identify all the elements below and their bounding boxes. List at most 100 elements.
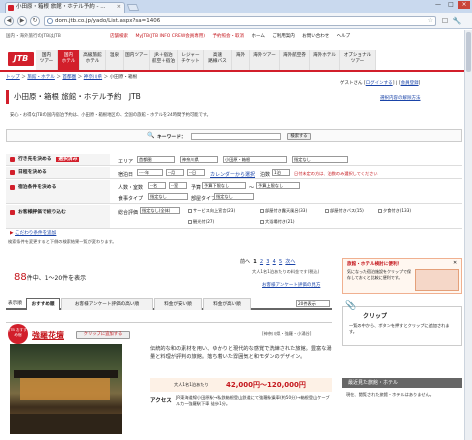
roomtype-select[interactable]: 指定なし [214,193,254,200]
gnav-item-7[interactable]: 高速 路線バス [204,50,232,70]
scrollbar-thumb[interactable] [466,32,471,72]
jtb-logo[interactable]: JTB [8,52,34,66]
check-bath[interactable]: 部屋付きバス(15) [325,208,364,214]
area-select[interactable]: 小田原・箱根 [223,156,287,163]
pager-prev[interactable]: 前へ [240,259,250,265]
nights-select[interactable]: 1泊 [272,169,290,176]
breadcrumb-ryokan[interactable]: 旅館・ホテル [27,75,55,80]
hotel-photo[interactable] [10,344,122,434]
clip-add-button[interactable]: クリップに追加する [76,331,130,339]
gnav-item-8[interactable]: 海外 [232,50,250,70]
gnav-item-10[interactable]: 海外航空券 [280,50,310,70]
nav-underline [0,70,464,72]
keyword-input[interactable] [191,133,281,140]
tab-rating[interactable]: お客様アンケート評価の高い順 [61,298,153,310]
check-dinner[interactable]: 夕食付き(133) [378,208,411,214]
breadcrumb-top[interactable]: トップ [6,75,20,80]
vertical-scrollbar[interactable] [464,30,472,440]
address-bar[interactable]: dom.jtb.co.jp/yado/List.aspx?sa=1406 ☆ [44,16,436,26]
help-method-link: 選択内容の解除方法 [380,96,421,101]
pager-next[interactable]: 次へ [285,259,295,265]
date-note: 日付未定の方は、泊数のみ選択してください [294,171,378,176]
register-link[interactable]: 会員登録 [401,81,419,86]
rating-select[interactable]: 指定なし(全体) [140,207,180,214]
close-window-button[interactable]: × [458,1,470,9]
meal-label: 食事タイプ [118,196,144,202]
wrench-icon[interactable]: 🔧 [452,16,462,26]
reservation-link[interactable]: 予約照会・取消 [213,34,245,39]
tab-price-desc[interactable]: 料金が高い順 [203,298,251,310]
region-select[interactable]: 首都圏 [137,156,175,163]
maximize-button[interactable]: □ [445,1,457,9]
check-daiyokujo[interactable]: 大浴場付き(21) [260,219,295,225]
gnav-item-4[interactable]: 国内ツアー [124,50,150,70]
sort-label: 表示順 [8,301,22,306]
recent-text: 現在、閲覧された旅館・ホテルはありません。 [346,392,434,397]
rooms-select[interactable]: --室 [169,182,187,189]
store-search-link[interactable]: 店舗検索 [110,34,128,39]
guests-select[interactable]: --名 [148,182,166,189]
myjtb-link[interactable]: MyJTB(JTB INFO CREW会員専用) [135,34,205,39]
contact-link[interactable]: お問い合わせ [302,34,329,39]
gnav-item-9[interactable]: 海外ツアー [250,50,280,70]
check-service[interactable]: サービス向上宣言(23) [188,208,235,214]
breadcrumb-shutoken[interactable]: 首都圏 [62,75,76,80]
reload-button[interactable]: ↻ [30,16,40,26]
day-select[interactable]: --日 [187,169,205,176]
keyword-search-box: 🔍 キーワード： 検索する [6,129,462,142]
detail-conditions-link[interactable]: ▶ こだわり条件を追加 [10,230,56,236]
destination-icon [10,157,15,162]
per-page-select[interactable]: 20件表示 [296,300,330,307]
tab-price-asc[interactable]: 料金が安い順 [154,298,202,310]
back-button[interactable]: ◀ [4,16,14,26]
row-rating-label: お客様評価で絞り込む [6,205,110,229]
check-rotenburo[interactable]: 部屋付き露天風呂(33) [260,208,307,214]
checkin-label: 宿泊日 [118,172,134,178]
page-menu-icon[interactable]: ☐ [440,16,450,26]
gnav-item-11[interactable]: 海外ホテル [310,50,340,70]
check-sightseeing[interactable]: 観光付(27) [188,219,214,225]
budget-min-select[interactable]: 予算下限なし [202,182,246,189]
keyword-label: キーワード： [157,135,186,140]
gnav-item-6[interactable]: レジャー チケット [178,50,204,70]
roomtype-label: 部屋タイプ [191,196,217,202]
new-tab-button[interactable] [126,4,140,11]
budget-tilde: ～ [249,185,255,191]
keyword-search-button[interactable]: 検索する [287,133,311,140]
guide-link[interactable]: ご利用案内 [272,34,295,39]
year-select[interactable]: ----年 [137,169,163,176]
gnav-item-1[interactable]: 国内 ホテル [58,50,80,70]
clip-promo-close-icon[interactable]: ✕ [453,260,457,266]
login-link[interactable]: ログインする [366,81,393,86]
gnav-item-0[interactable]: 国内 ツアー [36,50,58,70]
breadcrumb-kanagawa[interactable]: 神奈川県 [84,75,102,80]
login-area: ゲストさん [ログインする] | [会員登録] [340,81,421,86]
month-select[interactable]: --月 [166,169,184,176]
pager-page-5[interactable]: 5 [279,259,282,265]
budget-max-select[interactable]: 予算上限なし [256,182,300,189]
hotel-name[interactable]: 強羅花壇 [32,330,64,341]
meal-select[interactable]: 指定なし [148,193,188,200]
gnav-item-2[interactable]: 高級旅館 ホテル [80,50,106,70]
help-link[interactable]: ヘルプ [337,34,351,39]
prefecture-select[interactable]: 神奈川県 [180,156,218,163]
minimize-button[interactable]: — [432,1,444,9]
tab-close-icon[interactable]: × [117,3,121,12]
browser-tab[interactable]: 小田原・箱根 旅館・ホテル予約 - ... × [5,2,125,13]
row-rating-fields: 総合評価 指定なし(全体) サービス向上宣言(23) 部屋付き露天風呂(33) … [110,205,462,229]
gnav-item-3[interactable]: 温泉 [106,50,124,70]
gnav-item-12[interactable]: オプショナル ツアー [340,50,376,70]
home-link[interactable]: ホーム [251,34,264,39]
subarea-select[interactable]: 指定なし [292,156,348,163]
pager-page-2[interactable]: 2 [260,259,263,265]
site-tagline: 国内・海外旅行のJTBはJTB [6,34,61,39]
pager-page-3[interactable]: 3 [266,259,269,265]
bookmark-star-icon[interactable]: ☆ [428,17,433,25]
clip-desc: 一覧の中から、ボタンを押すとクリップに追加されます。 [349,323,450,334]
calendar-link[interactable]: カレンダーから選択 [210,171,255,178]
tab-recommended[interactable]: おすすめ順 [26,298,60,310]
forward-button[interactable]: ▶ [17,16,27,26]
pager-page-4[interactable]: 4 [273,259,276,265]
gnav-item-5[interactable]: JR＋宿泊 航空＋宿泊 [150,50,178,70]
row-date-fields: 宿泊日 ----年 --月 --日 カレンダーから選択 泊数 1泊 日付未定の方… [110,167,462,179]
